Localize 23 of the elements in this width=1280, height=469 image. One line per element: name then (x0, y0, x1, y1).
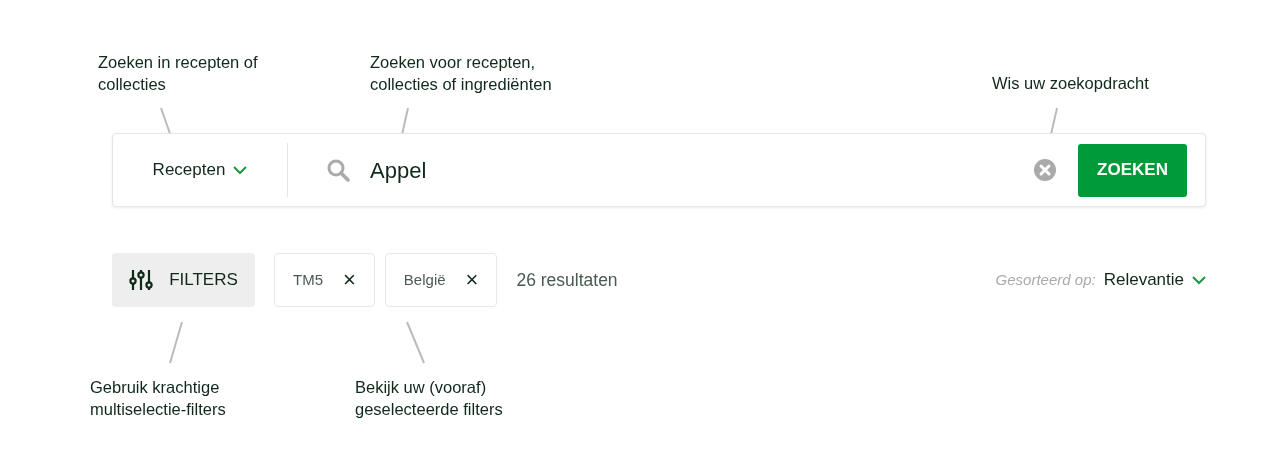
filters-button[interactable]: FILTERS (112, 253, 255, 307)
annotation-text: Gebruik krachtige multiselectie-filters (90, 377, 227, 420)
remove-filter-button[interactable]: × (465, 269, 479, 291)
clear-icon[interactable] (1034, 159, 1056, 181)
scope-dropdown[interactable]: Recepten (113, 134, 287, 206)
search-button[interactable]: ZOEKEN (1078, 143, 1187, 197)
remove-filter-button[interactable]: × (343, 269, 356, 291)
annotation-text: Zoeken voor recepten, collecties of ingrediënten (370, 52, 553, 95)
sliders-icon (129, 269, 154, 291)
sort-dropdown[interactable]: Relevantie (1103, 267, 1206, 293)
annotation-text: Bekijk uw (vooraf) geselecteerde filters (355, 377, 504, 420)
leader-line (406, 321, 425, 364)
annotation-text: Zoeken in recepten of collecties (98, 52, 259, 95)
chip-label: TM5 (293, 269, 323, 290)
annotation-text: Wis uw zoekopdracht (992, 73, 1150, 94)
chip-label: België (403, 269, 446, 290)
sort-label: Gesorteerd op: (995, 269, 1096, 290)
chevron-down-icon (233, 165, 248, 175)
search-field[interactable]: Appel (370, 153, 970, 187)
results-count: 26 resultaten (516, 268, 618, 292)
search-icon (326, 158, 350, 182)
leader-line (169, 321, 183, 364)
chevron-down-icon (1192, 275, 1206, 285)
